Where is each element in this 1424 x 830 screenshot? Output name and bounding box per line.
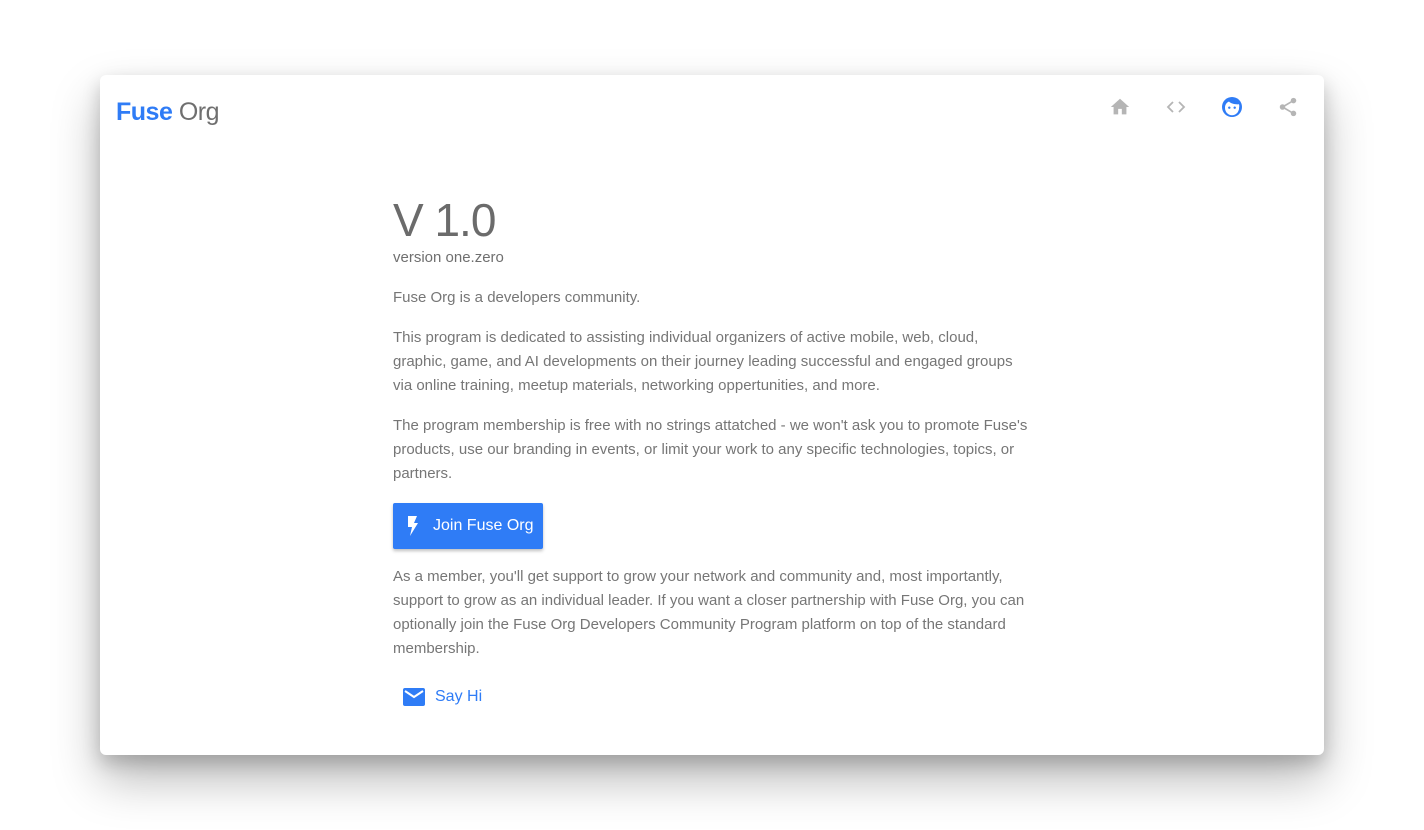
- share-icon: [1279, 97, 1297, 117]
- membership-description: The program membership is free with no s…: [393, 417, 1028, 482]
- code-button[interactable]: [1162, 93, 1190, 121]
- profile-button[interactable]: [1218, 93, 1246, 121]
- home-button[interactable]: [1106, 93, 1134, 121]
- say-hi-label: Say Hi: [435, 688, 483, 705]
- intro-text: Fuse Org is a developers community.: [393, 289, 641, 306]
- logo-brand: Fuse: [116, 98, 173, 126]
- say-hi-link[interactable]: Say Hi: [403, 688, 482, 706]
- flash-icon: [405, 515, 421, 537]
- face-icon: [1222, 97, 1242, 117]
- program-description: This program is dedicated to assisting i…: [393, 329, 1013, 394]
- main-content: V 1.0 version one.zero Fuse Org is a dev…: [393, 193, 1033, 711]
- logo-org: Org: [178, 98, 220, 126]
- join-button[interactable]: Join Fuse Org: [393, 503, 544, 549]
- top-nav: [1078, 93, 1302, 121]
- version-subtitle: version one.zero: [393, 249, 504, 266]
- join-button-label: Join Fuse Org: [433, 517, 534, 534]
- version-title: V 1.0: [393, 194, 496, 246]
- share-button[interactable]: [1274, 93, 1302, 121]
- main-card: Fuse Org V 1.0 version one.zero Fuse Org…: [100, 75, 1324, 755]
- member-benefits-text: As a member, you'll get support to grow …: [393, 568, 1025, 657]
- code-icon: [1166, 101, 1186, 113]
- home-icon: [1110, 98, 1130, 115]
- logo[interactable]: Fuse Org: [116, 97, 220, 127]
- mail-icon: [403, 688, 425, 706]
